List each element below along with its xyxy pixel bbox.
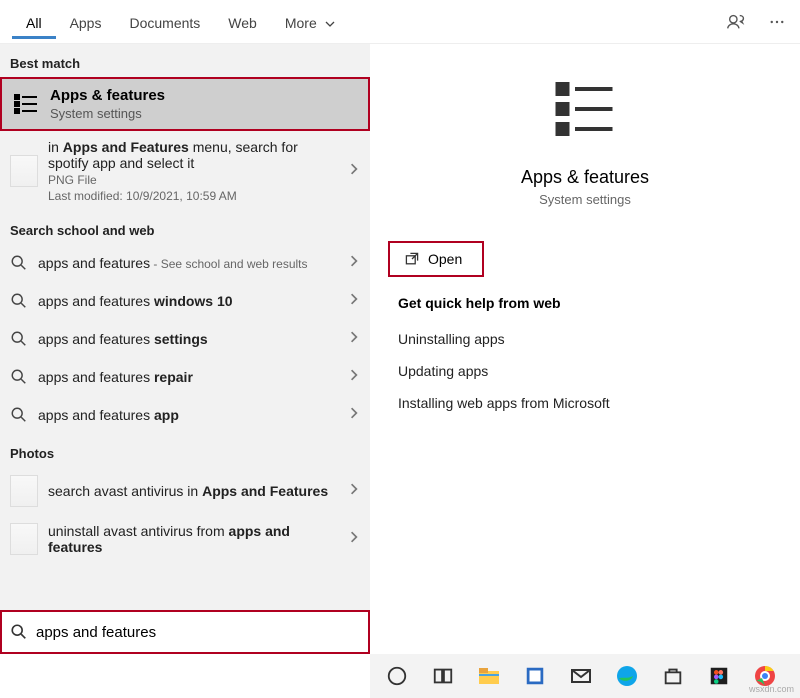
search-tabs: All Apps Documents Web More xyxy=(0,0,800,44)
section-web: Search school and web xyxy=(0,211,370,244)
help-link[interactable]: Installing web apps from Microsoft xyxy=(398,387,772,419)
web-result[interactable]: apps and features settings xyxy=(0,320,370,358)
watermark: wsxdn.com xyxy=(749,684,794,694)
open-label: Open xyxy=(428,251,462,267)
chevron-right-icon[interactable] xyxy=(348,368,360,386)
photo-result-title: search avast antivirus in Apps and Featu… xyxy=(48,483,338,499)
section-best-match: Best match xyxy=(0,44,370,77)
section-photos: Photos xyxy=(0,434,370,467)
help-link[interactable]: Updating apps xyxy=(398,355,772,387)
web-result-text: apps and features windows 10 xyxy=(38,293,338,309)
photo-result[interactable]: search avast antivirus in Apps and Featu… xyxy=(0,467,370,515)
apps-features-icon xyxy=(12,90,40,118)
tab-apps[interactable]: Apps xyxy=(56,5,116,39)
search-icon xyxy=(10,623,28,641)
help-section: Get quick help from web Uninstalling app… xyxy=(370,277,800,437)
chevron-right-icon[interactable] xyxy=(348,406,360,424)
tab-more[interactable]: More xyxy=(271,5,349,39)
detail-subtitle: System settings xyxy=(370,192,800,207)
help-link[interactable]: Uninstalling apps xyxy=(398,323,772,355)
tab-all[interactable]: All xyxy=(12,5,56,39)
photo-result[interactable]: uninstall avast antivirus from apps and … xyxy=(0,515,370,603)
web-result-text: apps and features settings xyxy=(38,331,338,347)
search-icon xyxy=(10,330,28,348)
web-result-text: apps and features - See school and web r… xyxy=(38,255,338,271)
taskbar-figma-icon[interactable] xyxy=(706,663,732,689)
web-result-text: apps and features repair xyxy=(38,369,338,385)
taskbar-store-icon[interactable] xyxy=(660,663,686,689)
chevron-right-icon[interactable] xyxy=(348,162,360,180)
open-button[interactable]: Open xyxy=(388,241,484,277)
file-thumbnail-icon xyxy=(10,155,38,187)
chevron-down-icon xyxy=(325,19,335,29)
apps-features-large-icon xyxy=(550,74,620,149)
chevron-right-icon[interactable] xyxy=(348,292,360,310)
open-icon xyxy=(404,251,420,267)
search-icon xyxy=(10,292,28,310)
feedback-icon[interactable] xyxy=(726,11,748,33)
file-result-modified: Last modified: 10/9/2021, 10:59 AM xyxy=(48,189,338,203)
help-title: Get quick help from web xyxy=(398,295,772,311)
web-result[interactable]: apps and features - See school and web r… xyxy=(0,244,370,282)
photo-thumbnail-icon xyxy=(10,475,38,507)
search-input[interactable] xyxy=(34,623,360,642)
tab-more-label: More xyxy=(285,15,317,31)
tab-documents[interactable]: Documents xyxy=(115,5,214,39)
detail-title: Apps & features xyxy=(370,167,800,188)
file-result-title: in Apps and Features menu, search for sp… xyxy=(48,139,338,171)
taskbar xyxy=(370,654,800,698)
chevron-right-icon[interactable] xyxy=(348,254,360,272)
search-icon xyxy=(10,406,28,424)
web-result[interactable]: apps and features app xyxy=(0,396,370,434)
photo-result-title: uninstall avast antivirus from apps and … xyxy=(48,523,338,555)
chevron-right-icon[interactable] xyxy=(348,330,360,348)
chevron-right-icon[interactable] xyxy=(348,530,360,548)
photo-thumbnail-icon xyxy=(10,523,38,555)
best-match-result[interactable]: Apps & features System settings xyxy=(0,77,370,131)
more-options-icon[interactable] xyxy=(766,11,788,33)
web-result-text: apps and features app xyxy=(38,407,338,423)
taskbar-explorer-icon[interactable] xyxy=(476,663,502,689)
taskbar-mail-icon[interactable] xyxy=(568,663,594,689)
best-match-subtitle: System settings xyxy=(50,106,165,121)
web-results-list: apps and features - See school and web r… xyxy=(0,244,370,434)
taskbar-cortana-icon[interactable] xyxy=(384,663,410,689)
file-result-type: PNG File xyxy=(48,173,338,187)
results-pane: Best match Apps & features System settin… xyxy=(0,44,370,654)
taskbar-edge-icon[interactable] xyxy=(614,663,640,689)
tab-web[interactable]: Web xyxy=(214,5,271,39)
search-icon xyxy=(10,254,28,272)
search-box[interactable] xyxy=(0,610,370,654)
best-match-title: Apps & features xyxy=(50,87,165,104)
search-icon xyxy=(10,368,28,386)
file-result[interactable]: in Apps and Features menu, search for sp… xyxy=(0,131,370,211)
web-result[interactable]: apps and features windows 10 xyxy=(0,282,370,320)
taskbar-taskview-icon[interactable] xyxy=(430,663,456,689)
chevron-right-icon[interactable] xyxy=(348,482,360,500)
taskbar-office-icon[interactable] xyxy=(522,663,548,689)
detail-pane: Apps & features System settings Open Get… xyxy=(370,44,800,654)
web-result[interactable]: apps and features repair xyxy=(0,358,370,396)
